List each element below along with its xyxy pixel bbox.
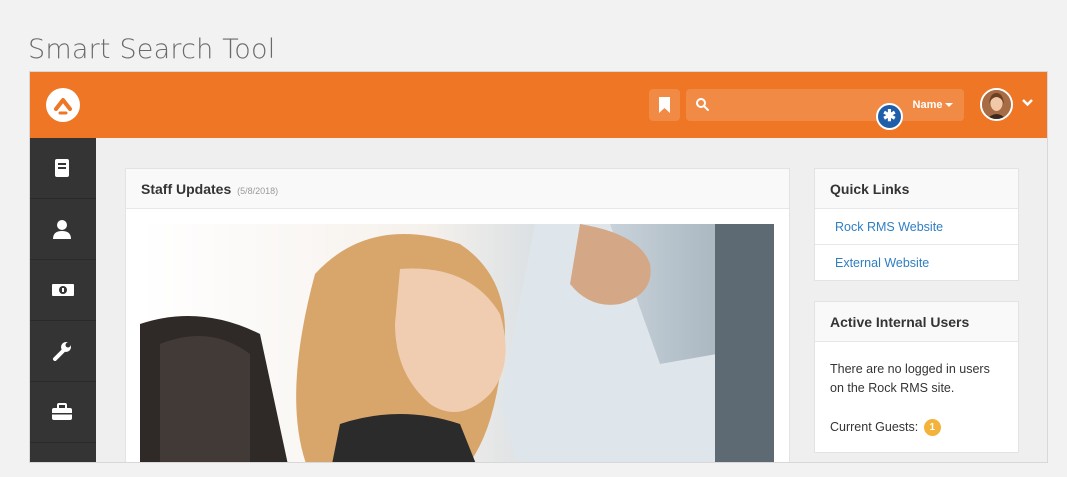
app-frame: Name ✱ Staff Updates (5/8/2018) Quick Li… [29, 71, 1048, 463]
sidenav-item-finance[interactable] [30, 260, 96, 321]
avatar[interactable] [980, 88, 1013, 121]
current-guests-row: Current Guests: 1 [830, 418, 1003, 437]
quick-links-title: Quick Links [830, 181, 910, 197]
active-internal-users-panel: Active Internal Users There are no logge… [814, 301, 1019, 453]
user-icon [53, 220, 71, 239]
quick-links-panel: Quick Links Rock RMS Website External We… [814, 168, 1019, 281]
staff-updates-header: Staff Updates (5/8/2018) [126, 169, 789, 209]
search-type-dropdown[interactable]: Name [902, 89, 964, 121]
sidenav-item-admin[interactable] [30, 382, 96, 443]
bookmark-button[interactable] [649, 89, 680, 121]
quick-link-rock-rms[interactable]: Rock RMS Website [815, 209, 1018, 245]
search-icon [696, 98, 709, 111]
smart-search-box: Name [686, 89, 964, 121]
asterisk-marker-icon: ✱ [876, 103, 903, 130]
side-navigation [30, 138, 96, 462]
briefcase-icon [52, 403, 72, 420]
quick-links-header: Quick Links [815, 169, 1018, 209]
current-guests-label: Current Guests: [830, 420, 919, 434]
current-guests-badge: 1 [923, 419, 941, 437]
sidenav-item-book[interactable] [30, 138, 96, 199]
search-type-label: Name [912, 99, 943, 111]
top-navbar: Name ✱ [30, 72, 1047, 138]
chevron-down-icon[interactable] [1021, 98, 1034, 107]
staff-update-image[interactable] [140, 224, 774, 462]
office-photo-icon [140, 224, 774, 462]
active-users-message: There are no logged in users on the Rock… [830, 362, 990, 395]
staff-updates-title: Staff Updates [141, 181, 232, 197]
quick-link-external[interactable]: External Website [815, 245, 1018, 281]
page-heading: Smart Search Tool [28, 34, 276, 65]
search-input[interactable] [716, 93, 876, 117]
profile-photo-icon [982, 90, 1011, 119]
staff-updates-panel: Staff Updates (5/8/2018) [125, 168, 790, 462]
caret-down-icon [945, 103, 954, 108]
active-users-title: Active Internal Users [830, 314, 970, 330]
active-users-header: Active Internal Users [815, 302, 1018, 342]
book-icon [55, 159, 69, 177]
sidenav-item-people[interactable] [30, 199, 96, 260]
staff-updates-date: (5/8/2018) [237, 186, 279, 196]
wrench-icon [53, 342, 71, 361]
sidenav-item-tools[interactable] [30, 321, 96, 382]
active-users-body: There are no logged in users on the Rock… [815, 342, 1018, 455]
rock-logo-icon[interactable] [46, 88, 80, 122]
money-icon [52, 284, 74, 296]
bookmark-icon [659, 97, 670, 113]
